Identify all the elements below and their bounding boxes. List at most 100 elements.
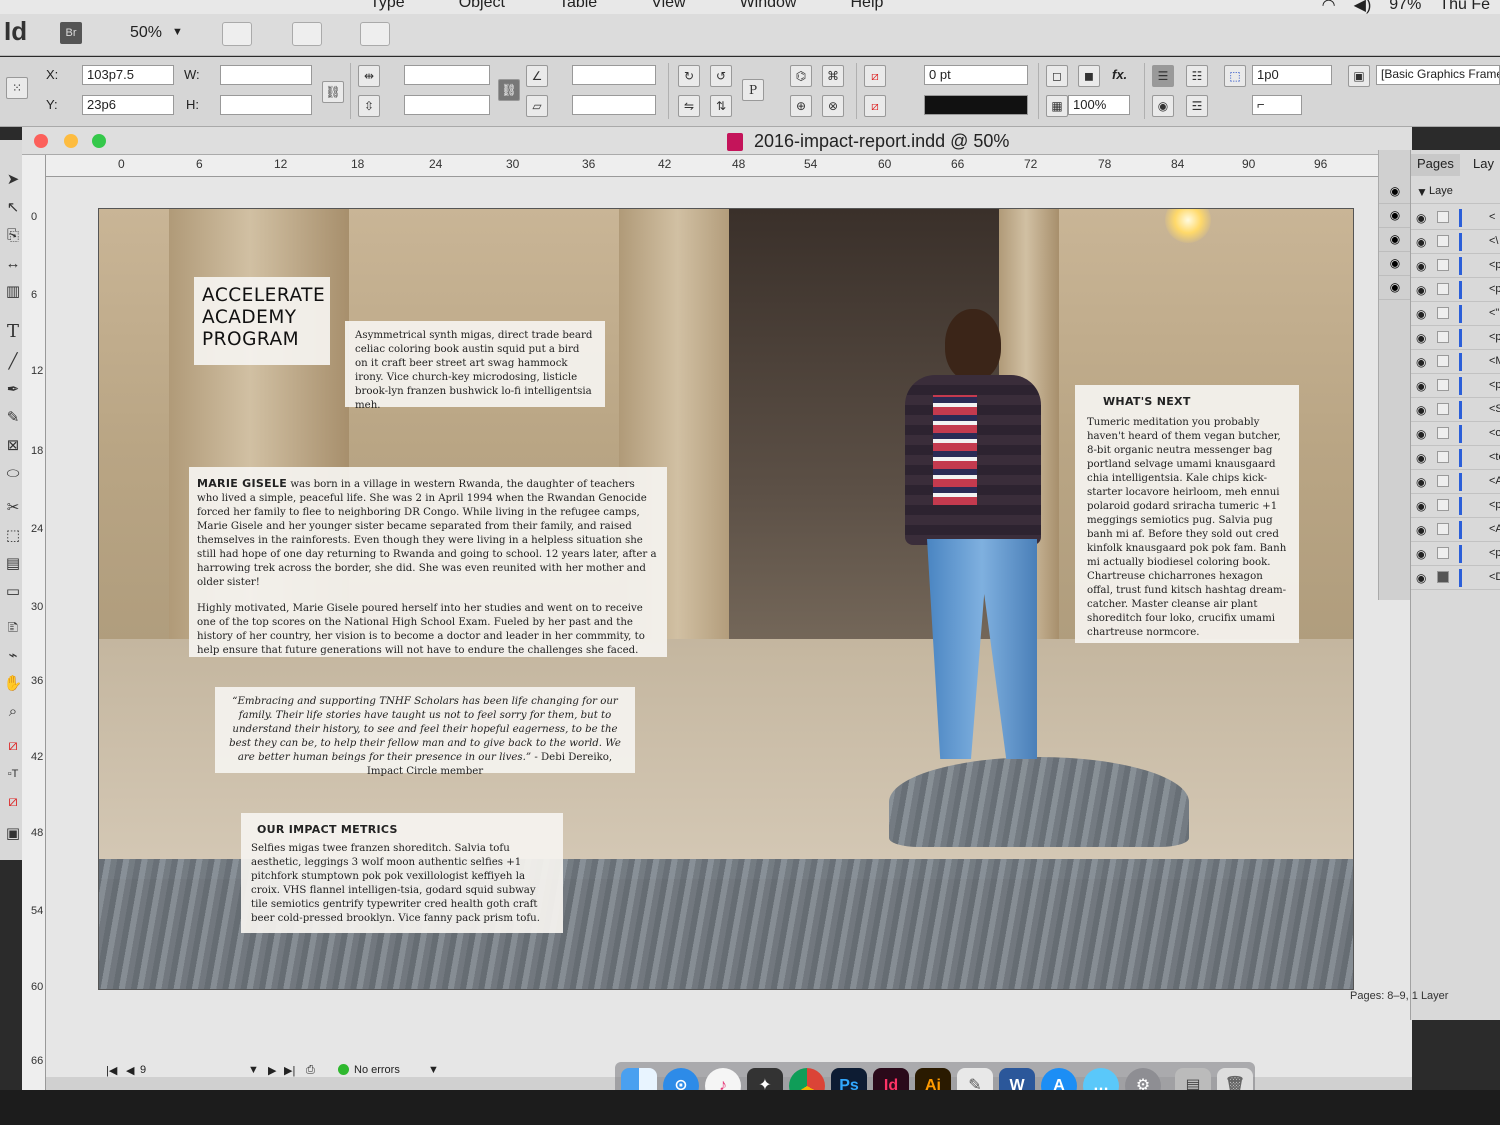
pen-tool-icon[interactable]: ✒	[3, 380, 23, 400]
lock-toggle[interactable]	[1437, 451, 1449, 463]
screen-mode-icon[interactable]: ▣	[3, 824, 23, 844]
menu-help[interactable]: Help	[850, 0, 883, 12]
eye-icon[interactable]: ◉	[1416, 571, 1426, 585]
lock-toggle[interactable]	[1437, 427, 1449, 439]
layer-row[interactable]: ◉ <our	[1411, 422, 1500, 446]
whats-next-frame[interactable]: WHAT'S NEXT Tumeric meditation you proba…	[1075, 385, 1299, 643]
layer-row[interactable]: ◉ <Asyn	[1411, 470, 1500, 494]
free-transform-tool-icon[interactable]: ⬚	[3, 526, 23, 546]
select-previous-icon[interactable]: ⊕	[790, 95, 812, 117]
layer-row[interactable]: ◉ <Ma	[1411, 350, 1500, 374]
zoom-button[interactable]	[92, 134, 106, 148]
shear-field[interactable]	[572, 95, 656, 115]
layer-row[interactable]: ◉ <p	[1411, 254, 1500, 278]
corner-size-field[interactable]: 1p0	[1252, 65, 1332, 85]
formatting-affects-icon[interactable]: ▫T	[3, 764, 23, 784]
scale-y-icon[interactable]: ⇳	[358, 95, 380, 117]
layer-row[interactable]: ◉ <p	[1411, 278, 1500, 302]
eye-icon[interactable]: ◉	[1416, 211, 1426, 225]
menu-table[interactable]: Table	[559, 0, 597, 12]
object-style-select[interactable]: [Basic Graphics Frame]	[1376, 65, 1500, 85]
rectangle-frame-tool-icon[interactable]: ⊠	[3, 436, 23, 456]
zoom-level[interactable]: 50%	[130, 24, 162, 42]
battery-percent[interactable]: 97%	[1389, 0, 1421, 14]
eye-icon[interactable]: ◉	[1416, 379, 1426, 393]
stroke-type-select[interactable]	[924, 95, 1028, 115]
content-collector-icon[interactable]: ▥	[3, 282, 23, 302]
menu-type[interactable]: Type	[370, 0, 405, 12]
shear-angle-icon[interactable]: ▱	[526, 95, 548, 117]
lock-toggle[interactable]	[1437, 307, 1449, 319]
eye-icon[interactable]: ◉	[1416, 475, 1426, 489]
eye-icon[interactable]: ◉	[1416, 499, 1426, 513]
vertical-ruler[interactable]: 0 6 12 18 24 30 36 42 48 54 60 66	[22, 155, 46, 1090]
page-tool-icon[interactable]: ⎘	[3, 226, 23, 246]
eye-icon[interactable]: ◉	[1379, 228, 1411, 252]
gradient-feather-tool-icon[interactable]: ▭	[3, 582, 23, 602]
eye-icon[interactable]: ◉	[1416, 259, 1426, 273]
layer-row[interactable]: ◉ <pc	[1411, 326, 1500, 350]
page-number-field[interactable]: 9	[140, 1064, 146, 1076]
arrange-documents-button[interactable]	[360, 22, 390, 46]
note-tool-icon[interactable]: 🗈	[3, 618, 23, 638]
horizontal-ruler[interactable]: 0 6 12 18 24 30 36 42 48 54 60 66 72 78 …	[46, 155, 1412, 177]
chevron-down-icon[interactable]: ▼	[172, 26, 183, 38]
eye-icon[interactable]: ◉	[1416, 403, 1426, 417]
effects-icon[interactable]: fx.	[1112, 67, 1127, 82]
preflight-status[interactable]: No errors	[354, 1064, 400, 1076]
tab-layers[interactable]: Lay	[1467, 154, 1500, 176]
view-options-button[interactable]	[222, 22, 252, 46]
rotation-field[interactable]	[572, 65, 656, 85]
clock[interactable]: Thu Fe	[1439, 0, 1490, 14]
story-text-frame[interactable]: MARIE GISELE was born in a village in we…	[189, 467, 667, 657]
lock-toggle[interactable]	[1437, 523, 1449, 535]
lock-toggle[interactable]	[1437, 211, 1449, 223]
open-page-icon[interactable]: ⎙	[306, 1064, 315, 1077]
scale-x-field[interactable]	[404, 65, 490, 85]
eye-icon[interactable]: ◉	[1416, 427, 1426, 441]
type-tool-icon[interactable]: T	[3, 322, 23, 342]
h-field[interactable]	[220, 95, 312, 115]
eye-icon[interactable]: ◉	[1416, 331, 1426, 345]
volume-icon[interactable]: ◀)	[1354, 0, 1372, 14]
reference-point-icon[interactable]: ⁙	[6, 77, 28, 99]
close-button[interactable]	[34, 134, 48, 148]
scale-y-field[interactable]	[404, 95, 490, 115]
eye-icon[interactable]: ◉	[1379, 252, 1411, 276]
fill-swatch-icon[interactable]: ⧄	[864, 65, 886, 87]
intro-text-frame[interactable]: Asymmetrical synth migas, direct trade b…	[345, 321, 605, 411]
menu-window[interactable]: Window	[740, 0, 797, 12]
select-next-icon[interactable]: ⊗	[822, 95, 844, 117]
lock-toggle[interactable]	[1437, 331, 1449, 343]
quote-frame[interactable]: “Embracing and supporting TNHF Scholars …	[215, 687, 635, 777]
layer-row[interactable]: ◉ <polyg	[1411, 494, 1500, 518]
eye-icon[interactable]: ◉	[1416, 451, 1426, 465]
stroke-weight-field[interactable]: 0 pt	[924, 65, 1028, 85]
pencil-tool-icon[interactable]: ✎	[3, 408, 23, 428]
lock-toggle[interactable]	[1437, 547, 1449, 559]
previous-page-icon[interactable]: ◀	[126, 1064, 134, 1077]
text-wrap-box-icon[interactable]: ☷	[1186, 65, 1208, 87]
stroke-swatch-icon[interactable]: ⧄	[864, 95, 886, 117]
drop-shadow-icon[interactable]: ◼	[1078, 65, 1100, 87]
rotate-angle-icon[interactable]: ∠	[526, 65, 548, 87]
first-page-icon[interactable]: |◀	[106, 1064, 117, 1077]
constrain-proportions-icon[interactable]: ⛓	[322, 81, 344, 103]
opacity-field[interactable]: 100%	[1068, 95, 1130, 115]
layer-row[interactable]: ◉ <polyg	[1411, 542, 1500, 566]
paragraph-icon[interactable]: P	[742, 79, 764, 101]
lock-toggle[interactable]	[1437, 259, 1449, 271]
direct-selection-tool-icon[interactable]: ↖	[3, 198, 23, 218]
menu-object[interactable]: Object	[459, 0, 505, 12]
scissors-tool-icon[interactable]: ✂	[3, 498, 23, 518]
layer-parent-row[interactable]: ▼ Laye	[1411, 180, 1500, 204]
layer-row[interactable]: ◉ <	[1411, 206, 1500, 230]
wifi-icon[interactable]: ◠	[1322, 0, 1336, 14]
layer-row[interactable]: ◉ <\	[1411, 230, 1500, 254]
layer-row[interactable]: ◉ <DSC0	[1411, 566, 1500, 590]
impact-metrics-frame[interactable]: OUR IMPACT METRICS Selfies migas twee fr…	[241, 813, 563, 933]
text-wrap-none-icon[interactable]: ☰	[1152, 65, 1174, 87]
eye-icon[interactable]: ◉	[1416, 355, 1426, 369]
gradient-swatch-tool-icon[interactable]: ▤	[3, 554, 23, 574]
tab-pages[interactable]: Pages	[1411, 154, 1460, 176]
